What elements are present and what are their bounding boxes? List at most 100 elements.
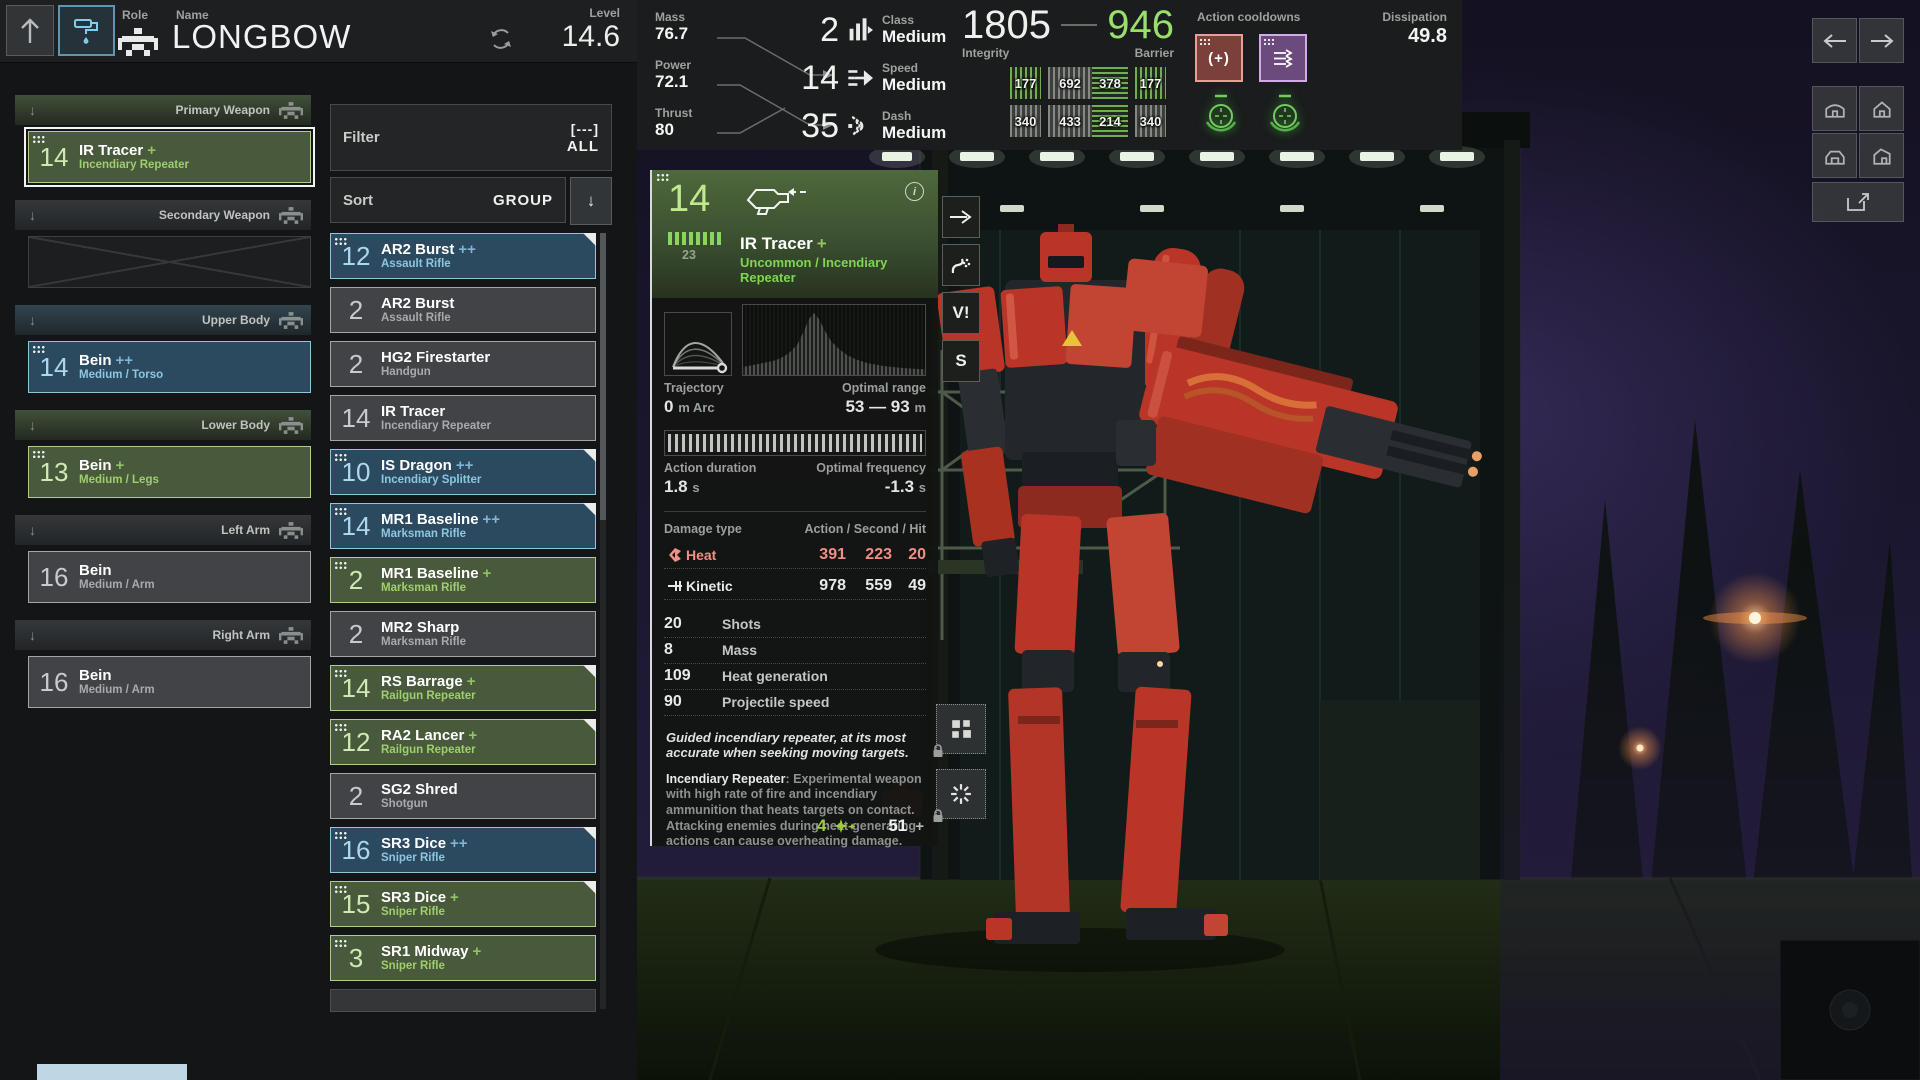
item-quality: + xyxy=(483,565,492,582)
view-hangar-wide-button[interactable] xyxy=(1812,86,1857,131)
paint-button[interactable] xyxy=(58,5,115,56)
part-value: 177 xyxy=(1015,76,1037,91)
equipped-item[interactable]: 16 Bein Medium / Arm xyxy=(28,551,311,603)
equipped-item[interactable]: 14 Bein++ Medium / Torso xyxy=(28,341,311,393)
tab-salvo[interactable]: S xyxy=(942,340,980,382)
unit-name[interactable]: LONGBOW xyxy=(172,18,351,56)
tab-fire-mode[interactable] xyxy=(942,196,980,238)
frequency-value: -1.3 xyxy=(885,477,914,496)
part-icon xyxy=(279,102,303,119)
slot-group-label: Secondary Weapon xyxy=(36,208,270,222)
tab-status-effect[interactable] xyxy=(942,244,980,286)
dash-label: Dash xyxy=(882,109,946,123)
item-list: 12 AR2 Burst++ Assault Rifle 2 AR2 Burst… xyxy=(330,233,596,981)
item-subtitle: Medium / Legs xyxy=(79,474,159,487)
list-item[interactable]: 2 MR1 Baseline+ Marksman Rifle xyxy=(330,557,596,603)
item-subtitle: Handgun xyxy=(381,366,490,379)
list-item[interactable]: 14 IR Tracer Incendiary Repeater xyxy=(330,395,596,441)
info-icon[interactable]: i xyxy=(905,182,924,201)
cooldown-dash-action-button[interactable] xyxy=(1259,34,1307,82)
speed-label: Speed xyxy=(882,61,946,75)
item-subtitle: Medium / Arm xyxy=(79,684,155,697)
cost-plus: + xyxy=(915,818,924,835)
stat-label: Projectile speed xyxy=(722,694,829,710)
sort-box[interactable]: Sort GROUP xyxy=(330,177,566,223)
equipped-item[interactable] xyxy=(28,236,311,288)
back-button[interactable] xyxy=(6,5,54,56)
speed-arrow-icon xyxy=(847,65,873,91)
cooldown-gauge-icon xyxy=(1201,94,1241,140)
heat-icon xyxy=(664,547,686,563)
view-hangar-barn-button[interactable] xyxy=(1812,133,1857,178)
sort-direction-button[interactable]: ↓ xyxy=(570,177,612,225)
speed-rating: Medium xyxy=(882,75,946,95)
stat-label: Mass xyxy=(722,642,757,658)
scrollbar-thumb[interactable] xyxy=(600,233,606,520)
item-browser: Filter [---] ALL Sort GROUP ↓ 12 AR2 Bur… xyxy=(330,104,612,1012)
list-item-partial xyxy=(330,989,596,1012)
fullscreen-button[interactable] xyxy=(1812,182,1904,222)
list-item[interactable]: 2 MR2 Sharp Marksman Rifle xyxy=(330,611,596,657)
cycle-name-icon[interactable] xyxy=(488,26,514,52)
slot-group-header[interactable]: ↓ Upper Body xyxy=(15,305,311,335)
slot-group-header[interactable]: ↓ Primary Weapon xyxy=(15,95,311,125)
part-value: 378 xyxy=(1099,76,1121,91)
equipped-item[interactable]: 16 Bein Medium / Arm xyxy=(28,656,311,708)
lock-icon xyxy=(932,809,944,823)
grid-socket-button[interactable] xyxy=(936,704,986,754)
dissipation-block: Dissipation 49.8 xyxy=(1382,10,1447,48)
mech-role-icon[interactable] xyxy=(118,27,158,57)
sort-value: GROUP xyxy=(493,192,553,209)
detail-footer: 4 51 + xyxy=(817,816,924,836)
hangar-barn-icon xyxy=(1824,146,1846,166)
dash-arcs-icon xyxy=(847,113,873,139)
view-hangar-house-button[interactable] xyxy=(1859,86,1904,131)
equipped-item[interactable]: 14 IR Tracer+ Incendiary Repeater xyxy=(28,131,311,183)
slot-group-header[interactable]: ↓ Lower Body xyxy=(15,410,311,440)
item-name: SG2 Shred xyxy=(381,781,458,798)
filter-box[interactable]: Filter [---] ALL xyxy=(330,104,612,171)
slot-group-header[interactable]: ↓ Left Arm xyxy=(15,515,311,545)
thrust-label: Thrust xyxy=(655,106,692,120)
list-item[interactable]: 14 MR1 Baseline++ Marksman Rifle xyxy=(330,503,596,549)
hangar-house-icon xyxy=(1871,99,1893,119)
damage-row-kinetic: Kinetic 978 559 49 xyxy=(664,573,926,600)
list-item[interactable]: 2 AR2 Burst Assault Rifle xyxy=(330,287,596,333)
slot-group-label: Primary Weapon xyxy=(36,103,270,117)
range-unit: m xyxy=(914,400,926,415)
prev-mech-button[interactable] xyxy=(1812,18,1857,63)
next-mech-button[interactable] xyxy=(1859,18,1904,63)
list-item[interactable]: 16 SR3 Dice++ Sniper Rifle xyxy=(330,827,596,873)
part-icon xyxy=(279,207,303,224)
list-item[interactable]: 14 RS Barrage+ Railgun Repeater xyxy=(330,665,596,711)
duration-value: 1.8 xyxy=(664,477,688,496)
filter-value: ALL xyxy=(567,138,599,155)
loadout-slot: ↓ Primary Weapon 14 IR Tracer+ Inc xyxy=(15,95,311,183)
cooldown-heat-action-button[interactable]: (+) xyxy=(1195,34,1243,82)
list-item[interactable]: 2 HG2 Firestarter Handgun xyxy=(330,341,596,387)
item-subtitle: Sniper Rifle xyxy=(381,906,459,919)
burst-socket-button[interactable] xyxy=(936,769,986,819)
list-item[interactable]: 12 AR2 Burst++ Assault Rifle xyxy=(330,233,596,279)
list-scrollbar[interactable] xyxy=(600,233,606,1009)
slot-group-header[interactable]: ↓ Secondary Weapon xyxy=(15,200,311,230)
item-level: 2 xyxy=(331,781,381,812)
trajectory-thumbnail xyxy=(664,312,732,376)
trajectory-value: 0 xyxy=(664,397,673,416)
damage-second: 223 xyxy=(846,546,892,564)
list-item[interactable]: 12 RA2 Lancer+ Railgun Repeater xyxy=(330,719,596,765)
cooldown-gauge-icon xyxy=(1265,94,1305,140)
frequency-label: Optimal frequency xyxy=(816,461,926,477)
list-item[interactable]: 10 IS Dragon++ Incendiary Splitter xyxy=(330,449,596,495)
slot-group-header[interactable]: ↓ Right Arm xyxy=(15,620,311,650)
divider xyxy=(1061,24,1097,26)
view-hangar-angled-button[interactable] xyxy=(1859,133,1904,178)
part-value: 340 xyxy=(1140,114,1162,129)
list-item[interactable]: 15 SR3 Dice+ Sniper Rifle xyxy=(330,881,596,927)
list-item[interactable]: 3 SR1 Midway+ Sniper Rifle xyxy=(330,935,596,981)
description-title: Incendiary Repeater xyxy=(666,772,786,786)
trajectory-unit: m Arc xyxy=(678,400,714,415)
tab-accuracy[interactable]: V! xyxy=(942,292,980,334)
list-item[interactable]: 2 SG2 Shred Shotgun xyxy=(330,773,596,819)
equipped-item[interactable]: 13 Bein+ Medium / Legs xyxy=(28,446,311,498)
